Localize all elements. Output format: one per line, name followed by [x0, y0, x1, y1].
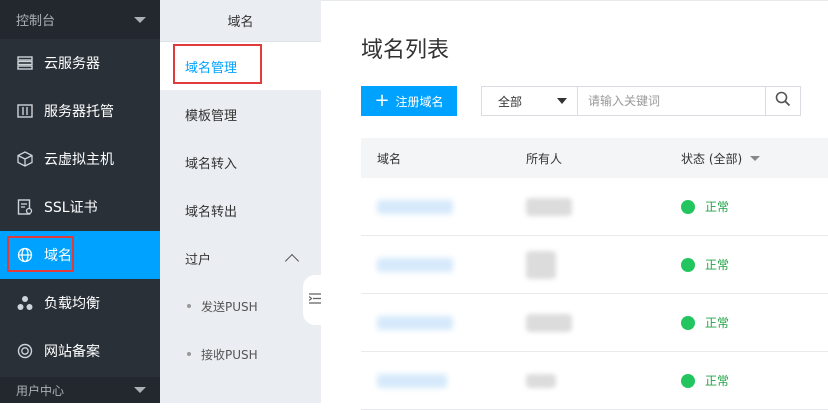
filter-select-value: 全部 [498, 94, 523, 109]
redacted-owner [526, 313, 572, 332]
subnav-title: 域名 [160, 0, 321, 42]
subnav-item-send-push[interactable]: 发送PUSH [160, 282, 321, 330]
subnav-item-label: 域名转入 [185, 156, 238, 172]
chevron-down-icon [134, 16, 146, 23]
subnav-item-domain-transfer-out[interactable]: 域名转出 [160, 186, 321, 234]
search-button[interactable] [765, 87, 800, 115]
table-row: 正常 [361, 178, 828, 236]
status-cell: 正常 [671, 314, 828, 331]
subnav-group-ownership-transfer[interactable]: 过户 [160, 234, 321, 282]
owner-cell [516, 373, 671, 388]
sidebar-item-ssl[interactable]: SSL证书 [0, 183, 160, 231]
redacted-domain [377, 257, 453, 272]
chevron-up-icon [284, 253, 300, 268]
highlight-box [7, 236, 74, 272]
redacted-domain [377, 373, 447, 388]
console-dropdown[interactable]: 控制台 [0, 0, 160, 39]
register-domain-button[interactable]: + 注册域名 [361, 86, 457, 116]
domain-cell[interactable] [361, 199, 516, 214]
status-text: 正常 [705, 316, 730, 330]
plus-icon: + [374, 90, 390, 111]
sidebar-item-label: 云服务器 [44, 56, 100, 72]
header-status-label: 状态 (全部) [681, 151, 743, 166]
domain-table: 域名 所有人 状态 (全部) 正常 正常 正常 正常 [361, 138, 828, 410]
status-ok-icon [681, 315, 695, 330]
bullet-icon [187, 304, 191, 308]
sidebar-item-label: 云虚拟主机 [44, 152, 114, 168]
status-ok-icon [681, 373, 695, 388]
header-status[interactable]: 状态 (全部) [671, 150, 828, 167]
sidebar-item-load-balance[interactable]: 负载均衡 [0, 279, 160, 327]
status-text: 正常 [705, 200, 730, 214]
domain-cell[interactable] [361, 315, 516, 330]
chevron-down-icon [134, 387, 146, 393]
record-icon [16, 342, 34, 360]
caret-down-icon [557, 98, 567, 104]
subnav-item-label: 模板管理 [185, 108, 238, 124]
status-text: 正常 [705, 374, 730, 388]
status-ok-icon [681, 257, 695, 272]
sidebar-item-cloud-server[interactable]: 云服务器 [0, 39, 160, 87]
owner-cell [516, 250, 671, 279]
sidebar-item-label: 服务器托管 [44, 104, 114, 120]
load-balance-icon [16, 294, 34, 312]
sidebar-item-domain[interactable]: 域名 [0, 231, 160, 279]
table-row: 正常 [361, 236, 828, 294]
status-ok-icon [681, 199, 695, 214]
sidebar-item-label: SSL证书 [44, 200, 98, 216]
header-domain: 域名 [377, 151, 402, 166]
certificate-icon [16, 198, 34, 216]
main-content: 域名列表 + 注册域名 全部 域名 所有人 状态 (全部) 正常 [321, 0, 828, 410]
search-input[interactable] [578, 87, 765, 115]
search-icon [775, 91, 791, 111]
subnav-item-label: 过户 [185, 252, 212, 268]
user-center-label: 用户中心 [16, 383, 65, 398]
filter-select[interactable]: 全部 [482, 87, 578, 115]
subnav-item-receive-push[interactable]: 接收PUSH [160, 330, 321, 378]
main-sidebar: 控制台 云服务器 服务器托管 云虚拟主机 SSL证书 域名 负载均衡 网站备案 … [0, 0, 160, 403]
table-header: 域名 所有人 状态 (全部) [361, 138, 828, 178]
status-cell: 正常 [671, 372, 828, 389]
bullet-icon [187, 352, 191, 356]
redacted-domain [377, 315, 453, 330]
server-icon [16, 54, 34, 72]
header-owner: 所有人 [526, 151, 563, 166]
subnav-item-label: 发送PUSH [201, 299, 258, 314]
subnav-item-label: 域名转出 [185, 204, 238, 220]
subnav-item-template-management[interactable]: 模板管理 [160, 90, 321, 138]
subnav-item-label: 接收PUSH [201, 347, 258, 362]
redacted-owner [526, 250, 556, 279]
domain-cell[interactable] [361, 257, 516, 272]
owner-cell [516, 197, 671, 216]
caret-down-icon [750, 155, 761, 161]
domain-subnav: 域名 域名管理 模板管理 域名转入 域名转出 过户 发送PUSH 接收PUSH [160, 0, 327, 403]
sidebar-item-virtual-host[interactable]: 云虚拟主机 [0, 135, 160, 183]
redacted-domain [377, 199, 453, 214]
domain-cell[interactable] [361, 373, 516, 388]
owner-cell [516, 313, 671, 332]
table-row: 正常 [361, 294, 828, 352]
sidebar-item-icp-record[interactable]: 网站备案 [0, 327, 160, 375]
sidebar-item-label: 网站备案 [44, 344, 100, 360]
hosting-icon [16, 102, 34, 120]
sidebar-item-server-hosting[interactable]: 服务器托管 [0, 87, 160, 135]
status-cell: 正常 [671, 198, 828, 215]
subnav-item-domain-transfer-in[interactable]: 域名转入 [160, 138, 321, 186]
console-label: 控制台 [16, 14, 56, 29]
top-divider [321, 0, 828, 1]
redacted-owner [526, 373, 556, 388]
cube-icon [16, 150, 34, 168]
register-domain-label: 注册域名 [395, 94, 444, 109]
status-cell: 正常 [671, 256, 828, 273]
table-row: 正常 [361, 352, 828, 410]
sidebar-item-label: 负载均衡 [44, 296, 100, 312]
page-title: 域名列表 [361, 38, 450, 63]
subnav-item-domain-management[interactable]: 域名管理 [160, 42, 321, 90]
menu-collapse-icon [308, 292, 321, 308]
search-bar: 全部 [481, 86, 801, 116]
redacted-owner [526, 197, 572, 216]
highlight-box [173, 44, 262, 84]
status-text: 正常 [705, 258, 730, 272]
user-center-dropdown[interactable]: 用户中心 [0, 377, 160, 403]
